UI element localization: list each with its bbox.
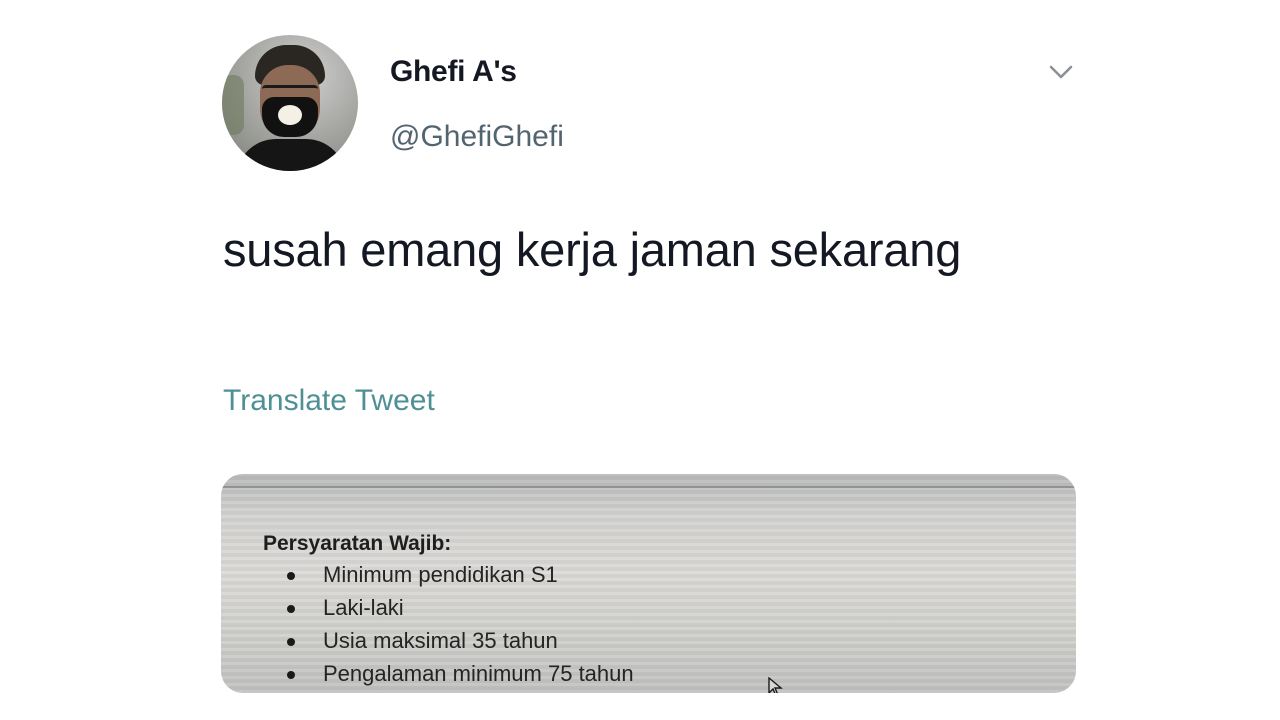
list-item: Minimum pendidikan S1 xyxy=(283,560,634,593)
requirements-list: Minimum pendidikan S1 Laki-laki Usia mak… xyxy=(283,560,634,692)
list-item-text: Laki-laki xyxy=(323,595,404,620)
mouse-pointer-icon xyxy=(768,677,783,693)
bullet-icon xyxy=(287,671,295,679)
list-item-text: Usia maksimal 35 tahun xyxy=(323,628,558,653)
bullet-icon xyxy=(287,572,295,580)
requirements-heading: Persyaratan Wajib: xyxy=(263,532,452,555)
list-item: Usia maksimal 35 tahun xyxy=(283,626,634,659)
chevron-down-icon[interactable] xyxy=(1046,60,1076,84)
user-handle[interactable]: @GhefiGhefi xyxy=(390,120,564,154)
bullet-icon xyxy=(287,605,295,613)
list-item-text: Pengalaman minimum 75 tahun xyxy=(323,661,634,686)
avatar-shirt xyxy=(236,139,346,171)
paper-edge xyxy=(221,486,1076,488)
user-display-name[interactable]: Ghefi A's xyxy=(390,55,517,89)
tweet-text: susah emang kerja jaman sekarang xyxy=(223,223,962,276)
bullet-icon xyxy=(287,638,295,646)
list-item-text: Minimum pendidikan S1 xyxy=(323,562,558,587)
list-item: Pengalaman minimum 75 tahun xyxy=(283,659,634,692)
avatar[interactable] xyxy=(222,35,358,171)
list-item: Laki-laki xyxy=(283,593,634,626)
background-plant xyxy=(222,75,244,135)
avatar-mask-mouth xyxy=(278,105,302,125)
translate-tweet-link[interactable]: Translate Tweet xyxy=(223,384,435,418)
tweet-card: Ghefi A's @GhefiGhefi susah emang kerja … xyxy=(0,0,1280,720)
tweet-media-image[interactable]: Persyaratan Wajib: Minimum pendidikan S1… xyxy=(221,474,1076,693)
